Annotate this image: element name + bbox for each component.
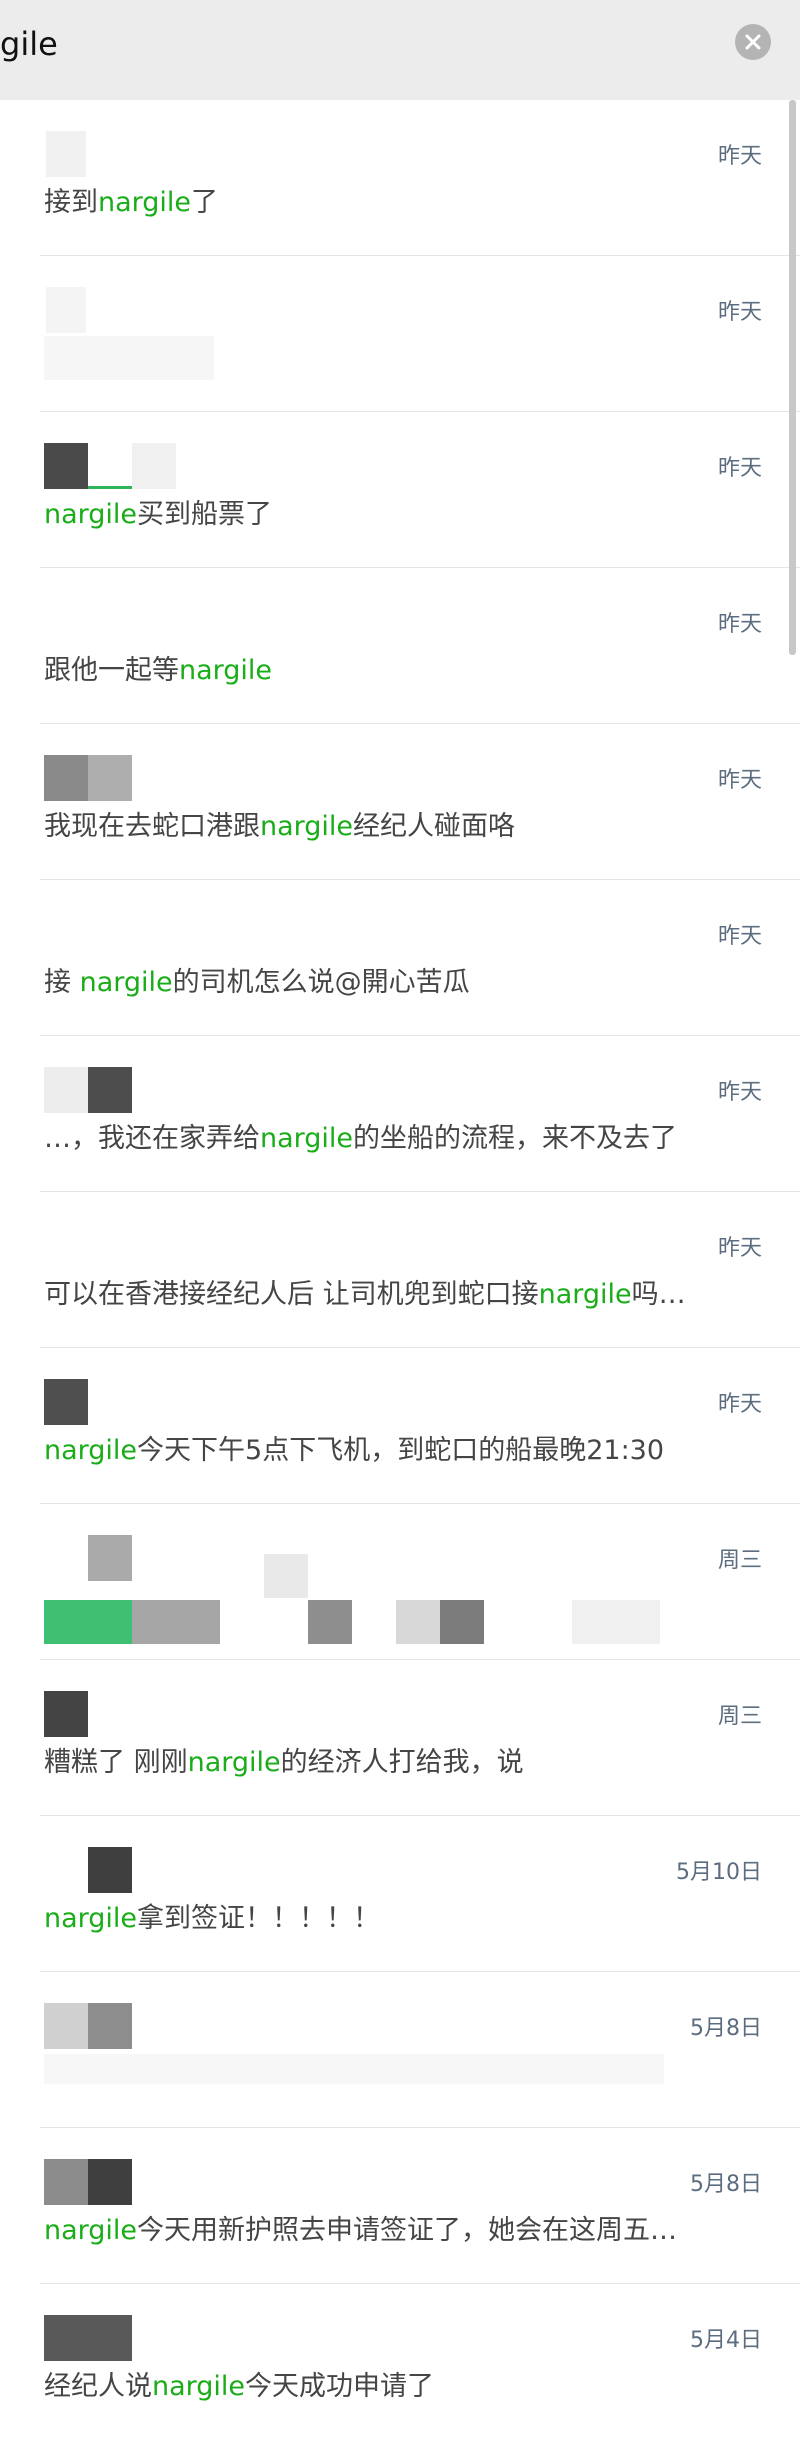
scrollbar[interactable] bbox=[789, 100, 796, 655]
redacted-text bbox=[44, 336, 214, 380]
timestamp: 昨天 bbox=[717, 144, 762, 169]
message-snippet: 糟糕了 刚刚nargile的经济人打给我，说 bbox=[44, 1747, 524, 1778]
result-item[interactable]: 昨天 …，我还在家弄给nargile的坐船的流程，来不及去了 bbox=[0, 1036, 800, 1192]
timestamp: 5月8日 bbox=[690, 2016, 762, 2041]
result-item[interactable]: 昨天 我现在去蛇口港跟nargile经纪人碰面咯 bbox=[0, 724, 800, 880]
result-item[interactable]: 昨天 可以在香港接经纪人后 让司机兜到蛇口接nargile吗… bbox=[0, 1192, 800, 1348]
result-item[interactable]: 昨天 nargile今天下午5点下飞机，到蛇口的船最晚21:30 bbox=[0, 1348, 800, 1504]
avatar bbox=[46, 287, 86, 333]
timestamp: 周三 bbox=[717, 1548, 762, 1573]
avatar bbox=[44, 443, 176, 489]
avatar bbox=[46, 131, 86, 177]
redacted-text bbox=[264, 1554, 308, 1598]
avatar bbox=[44, 1691, 88, 1737]
search-input[interactable]: gile bbox=[0, 22, 58, 66]
timestamp: 昨天 bbox=[717, 612, 762, 637]
result-item[interactable]: 周三 bbox=[0, 1504, 800, 1660]
result-item[interactable]: 昨天 跟他一起等nargile bbox=[0, 568, 800, 724]
timestamp: 昨天 bbox=[717, 924, 762, 949]
timestamp: 昨天 bbox=[717, 1392, 762, 1417]
result-item[interactable]: 5月8日 nargile今天用新护照去申请签证了，她会在这周五… bbox=[0, 2128, 800, 2284]
message-snippet: nargile今天下午5点下飞机，到蛇口的船最晚21:30 bbox=[44, 1435, 665, 1466]
redacted-text bbox=[308, 1600, 352, 1644]
redacted-text bbox=[572, 1600, 660, 1644]
message-snippet: 跟他一起等nargile bbox=[44, 655, 273, 686]
redacted-text bbox=[132, 1600, 220, 1644]
avatar bbox=[44, 755, 132, 801]
message-snippet: nargile拿到签证！！！！！ bbox=[44, 1903, 381, 1934]
timestamp: 昨天 bbox=[717, 300, 762, 325]
result-item[interactable]: 昨天 接 nargile的司机怎么说@開心苦瓜 bbox=[0, 880, 800, 1036]
avatar bbox=[44, 1067, 132, 1113]
result-item[interactable]: 5月4日 经纪人说nargile今天成功申请了 bbox=[0, 2284, 800, 2440]
clear-search-button[interactable] bbox=[735, 24, 771, 60]
avatar bbox=[44, 2003, 132, 2049]
timestamp: 昨天 bbox=[717, 1080, 762, 1105]
avatar bbox=[44, 2315, 132, 2361]
redacted-text bbox=[396, 1600, 440, 1644]
close-icon bbox=[745, 34, 761, 50]
message-snippet: …，我还在家弄给nargile的坐船的流程，来不及去了 bbox=[44, 1123, 678, 1154]
message-snippet: 接到nargile了 bbox=[44, 187, 219, 218]
avatar bbox=[44, 2159, 132, 2205]
redacted-text bbox=[44, 2054, 664, 2084]
avatar bbox=[88, 1535, 132, 1581]
result-item[interactable]: 5月8日 bbox=[0, 1972, 800, 2128]
result-item[interactable]: 5月10日 nargile拿到签证！！！！！ bbox=[0, 1816, 800, 1972]
avatar bbox=[44, 1379, 88, 1425]
result-item[interactable]: 昨天 接到nargile了 bbox=[0, 100, 800, 256]
timestamp: 周三 bbox=[717, 1704, 762, 1729]
result-item[interactable]: 昨天 nargile买到船票了 bbox=[0, 412, 800, 568]
redacted-text bbox=[440, 1600, 484, 1644]
message-snippet: nargile今天用新护照去申请签证了，她会在这周五… bbox=[44, 2215, 678, 2246]
search-bar: gile bbox=[0, 0, 800, 100]
timestamp: 昨天 bbox=[717, 456, 762, 481]
timestamp: 5月10日 bbox=[676, 1860, 762, 1885]
message-snippet: 接 nargile的司机怎么说@開心苦瓜 bbox=[44, 967, 470, 998]
result-item[interactable]: 周三 糟糕了 刚刚nargile的经济人打给我，说 bbox=[0, 1660, 800, 1816]
timestamp: 5月8日 bbox=[690, 2172, 762, 2197]
redacted-text bbox=[44, 1600, 132, 1644]
message-snippet: nargile买到船票了 bbox=[44, 499, 273, 530]
message-snippet: 经纪人说nargile今天成功申请了 bbox=[44, 2371, 435, 2402]
message-snippet: 我现在去蛇口港跟nargile经纪人碰面咯 bbox=[44, 811, 516, 842]
timestamp: 昨天 bbox=[717, 768, 762, 793]
result-item[interactable]: 昨天 bbox=[0, 256, 800, 412]
avatar bbox=[88, 1847, 132, 1893]
message-snippet: 可以在香港接经纪人后 让司机兜到蛇口接nargile吗… bbox=[44, 1279, 686, 1310]
timestamp: 昨天 bbox=[717, 1236, 762, 1261]
timestamp: 5月4日 bbox=[690, 2328, 762, 2353]
